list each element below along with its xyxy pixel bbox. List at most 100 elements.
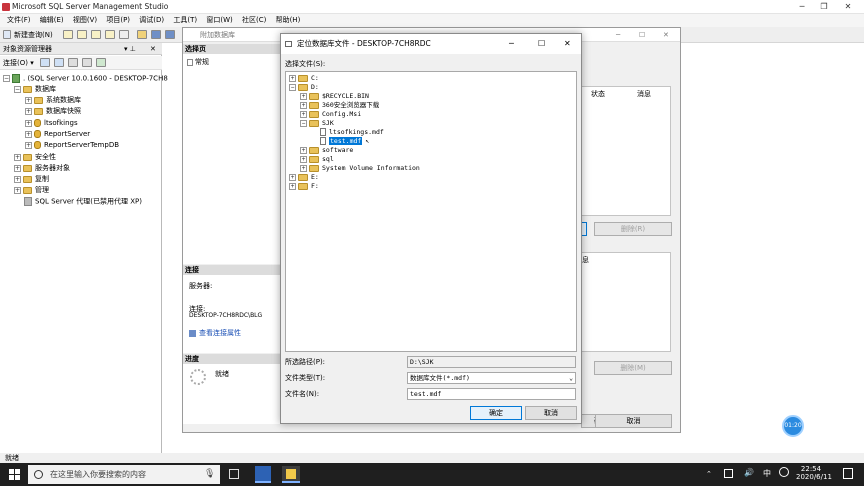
collapse-icon[interactable]: − (289, 83, 296, 91)
disconnect-icon[interactable] (54, 58, 64, 67)
new-query-icon[interactable] (3, 30, 11, 39)
menu-window[interactable]: 窗口(W) (206, 14, 232, 27)
menu-debug[interactable]: 调试(D) (139, 14, 164, 27)
windows-start-icon[interactable] (9, 469, 20, 480)
notification-icon[interactable] (843, 468, 853, 479)
minimize-icon[interactable]: ─ (792, 1, 812, 13)
expand-icon[interactable]: + (289, 74, 296, 82)
locate-minimize-icon[interactable]: ─ (509, 34, 514, 54)
remove-button[interactable]: 删除(R) (594, 222, 672, 236)
taskbar-ssms-icon[interactable] (282, 466, 300, 483)
ime-mode-icon[interactable] (779, 467, 789, 477)
timer-badge[interactable]: 01:20 (782, 415, 804, 437)
file-name-input[interactable]: test.mdf (407, 388, 576, 400)
tree-recycle-bin[interactable]: + $RECYCLE.BIN (300, 92, 369, 101)
attach-minimize-icon[interactable]: ─ (616, 28, 620, 42)
file-tree[interactable]: + C: − D: + $RECYCLE.BIN +360安全浏览器下载 + Confi… (285, 71, 577, 352)
expand-icon[interactable]: + (25, 96, 32, 104)
remove-detail-button[interactable]: 删除(M) (594, 361, 672, 375)
database-details-grid[interactable]: 息 (581, 252, 671, 352)
collapse-icon[interactable]: − (14, 85, 21, 93)
expand-icon[interactable]: + (25, 107, 32, 115)
save-all-icon[interactable] (165, 30, 175, 39)
tree-sql-agent[interactable]: SQL Server 代理(已禁用代理 XP) (24, 197, 142, 207)
open-folder-icon[interactable] (137, 30, 147, 39)
refresh-icon[interactable] (96, 58, 106, 67)
expand-icon[interactable]: + (25, 130, 32, 138)
microphone-icon[interactable]: 🎙 (204, 465, 215, 484)
tray-chevron-icon[interactable]: ⌃ (706, 470, 712, 478)
expand-icon[interactable]: + (14, 186, 21, 194)
tree-system-volume-information[interactable]: + System Volume Information (300, 164, 420, 173)
tree-sql[interactable]: + sql (300, 155, 334, 164)
tree-db-reportserver[interactable]: + ReportServer (25, 130, 90, 139)
expand-icon[interactable]: + (14, 153, 21, 161)
tree-server[interactable]: −. (SQL Server 10.0.1600 - DESKTOP-7CH8 (3, 74, 168, 84)
expand-icon[interactable]: + (300, 164, 307, 172)
expand-icon[interactable]: + (300, 92, 307, 100)
menu-community[interactable]: 社区(C) (242, 14, 266, 27)
tree-sjk[interactable]: − SJK (300, 119, 334, 128)
stop-icon[interactable] (68, 58, 78, 67)
attach-cancel-button[interactable]: 取消 (595, 414, 672, 428)
attach-close-icon[interactable]: ✕ (663, 28, 669, 42)
toolbar-db-icon[interactable] (63, 30, 73, 39)
expand-icon[interactable]: + (300, 146, 307, 154)
taskbar-search-box[interactable]: 在这里输入你要搜索的内容 🎙 (28, 465, 220, 484)
locate-ok-button[interactable]: 确定 (470, 406, 522, 420)
collapse-icon[interactable]: − (3, 75, 10, 82)
connect-icon[interactable] (40, 58, 50, 67)
tree-config-msi[interactable]: + Config.Msi (300, 110, 361, 119)
tree-db-ltsofkings[interactable]: + ltsofkings (25, 119, 78, 128)
expand-icon[interactable]: + (25, 119, 32, 127)
new-query-button[interactable]: 新建查询(N) (14, 30, 53, 40)
save-icon[interactable] (151, 30, 161, 39)
tree-replication[interactable]: + 复制 (14, 175, 49, 184)
toolbar-db-icon-3[interactable] (91, 30, 101, 39)
tree-system-databases[interactable]: + 系统数据库 (25, 96, 81, 105)
attach-maximize-icon[interactable]: ☐ (639, 28, 645, 42)
tree-db-reportservertempdb[interactable]: + ReportServerTempDB (25, 141, 119, 150)
tree-drive-d[interactable]: − D: (289, 83, 319, 92)
tree-management[interactable]: + 管理 (14, 186, 49, 195)
tree-software[interactable]: + software (300, 146, 353, 155)
tree-browser-downloads[interactable]: +360安全浏览器下载 (300, 101, 379, 110)
locate-close-icon[interactable]: ✕ (564, 34, 571, 54)
tree-security[interactable]: + 安全性 (14, 153, 56, 162)
pin-icon[interactable]: ▾ ⊥ (124, 43, 136, 55)
expand-icon[interactable]: + (300, 110, 307, 118)
toolbar-db-icon-4[interactable] (105, 30, 115, 39)
tree-drive-e[interactable]: + E: (289, 173, 319, 182)
menu-help[interactable]: 帮助(H) (276, 14, 301, 27)
ime-indicator[interactable]: 中 (763, 468, 771, 479)
connect-button[interactable]: 连接(O) ▾ (3, 59, 34, 67)
page-general[interactable]: 常规 (187, 57, 209, 67)
menu-tools[interactable]: 工具(T) (173, 14, 197, 27)
expand-icon[interactable]: + (300, 101, 307, 109)
menu-file[interactable]: 文件(F) (7, 14, 31, 27)
expand-icon[interactable]: + (289, 173, 296, 181)
tree-file-test[interactable]: test.mdf ↖ (320, 137, 369, 146)
task-view-icon[interactable] (229, 469, 239, 479)
tree-snapshots[interactable]: + 数据库快照 (25, 107, 81, 116)
volume-icon[interactable]: 🔊 (744, 468, 754, 477)
tree-drive-f[interactable]: + F: (289, 182, 319, 191)
new-file-icon[interactable] (119, 30, 129, 39)
menu-view[interactable]: 视图(V) (73, 14, 97, 27)
taskbar-app-calculator-icon[interactable] (255, 466, 271, 483)
toolbar-db-icon-2[interactable] (77, 30, 87, 39)
expand-icon[interactable]: + (14, 175, 21, 183)
locate-cancel-button[interactable]: 取消 (525, 406, 577, 420)
network-icon[interactable] (724, 469, 733, 478)
chevron-down-icon[interactable]: ⌄ (569, 373, 573, 383)
expand-icon[interactable]: + (25, 141, 32, 149)
expand-icon[interactable]: + (14, 164, 21, 172)
file-type-select[interactable]: 数据库文件(*.mdf) ⌄ (407, 372, 576, 384)
tree-server-objects[interactable]: + 服务器对象 (14, 164, 70, 173)
collapse-icon[interactable]: − (300, 119, 307, 127)
filter-icon[interactable] (82, 58, 92, 67)
tree-drive-c[interactable]: + C: (289, 74, 319, 83)
menu-project[interactable]: 项目(P) (106, 14, 130, 27)
locate-maximize-icon[interactable]: ☐ (538, 34, 545, 54)
attach-databases-grid[interactable]: 状态 消息 (581, 86, 671, 216)
